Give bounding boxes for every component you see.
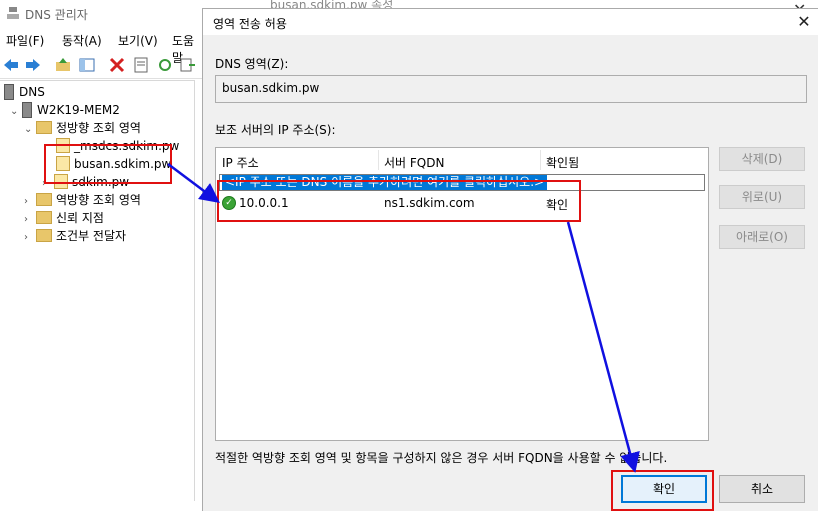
annotation-arrows [167, 163, 640, 473]
arrow-entry-to-ok [566, 221, 640, 473]
arrow-zone-to-entry [167, 163, 220, 203]
